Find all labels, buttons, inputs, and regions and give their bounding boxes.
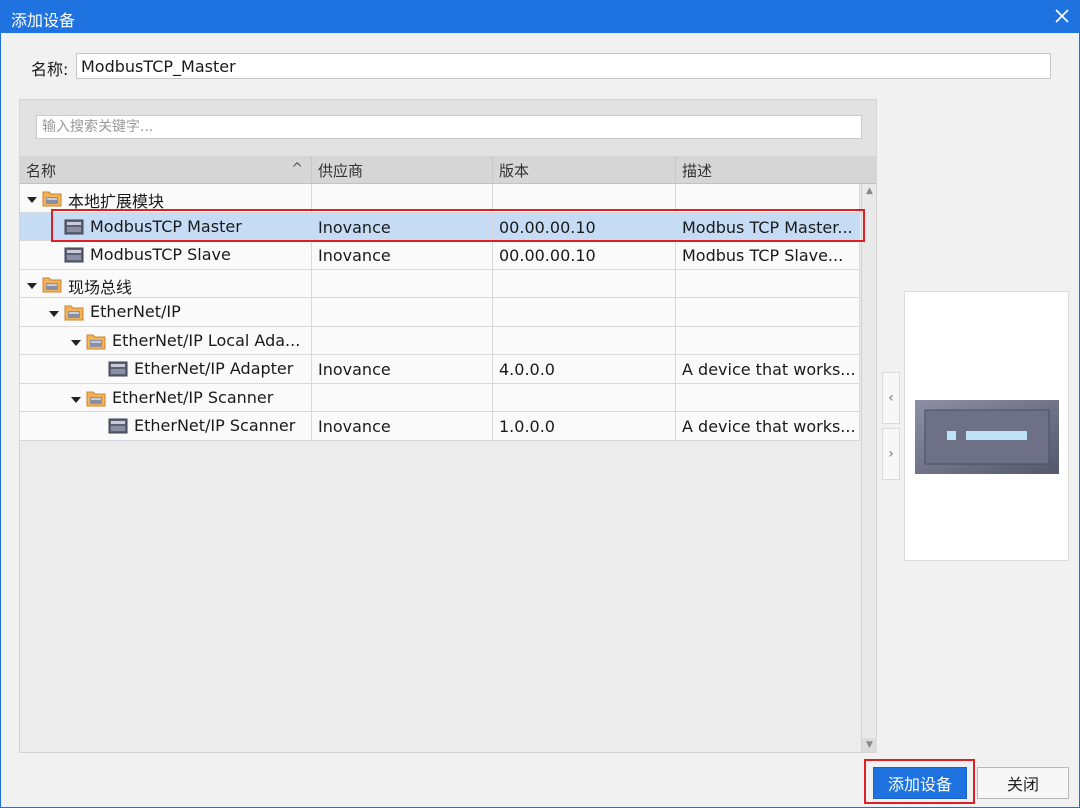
cell-description: Modbus TCP Master... bbox=[676, 212, 860, 241]
cell-version bbox=[493, 184, 676, 212]
cell-vendor: Inovance bbox=[312, 412, 493, 440]
column-header-label: 供应商 bbox=[318, 162, 364, 180]
preview-next-button[interactable]: › bbox=[882, 428, 900, 480]
tree-folder-row[interactable]: EtherNet/IP Scanner bbox=[20, 383, 860, 412]
tree-folder-row[interactable]: 本地扩展模块 bbox=[20, 184, 860, 213]
cell-version: 1.0.0.0 bbox=[493, 412, 676, 440]
tree-folder-row[interactable]: EtherNet/IP bbox=[20, 298, 860, 327]
folder-icon bbox=[42, 189, 62, 207]
item-name: EtherNet/IP Local Ada... bbox=[112, 330, 301, 350]
cell-version: 00.00.00.10 bbox=[493, 241, 676, 269]
cell-name: EtherNet/IP Scanner bbox=[20, 412, 312, 440]
preview-prev-button[interactable]: ‹ bbox=[882, 372, 900, 424]
item-name: 现场总线 bbox=[68, 277, 133, 297]
device-catalog-panel: 名称 ^ 供应商 版本 描述 本地扩展模块 ModbusTCP Master Ino… bbox=[19, 99, 877, 753]
scroll-up-icon[interactable]: ▲ bbox=[862, 184, 877, 198]
add-device-dialog: 添加设备 名称: 名称 ^ 供应商 版本 描述 bbox=[0, 0, 1080, 808]
grid-header: 名称 ^ 供应商 版本 描述 bbox=[20, 156, 876, 184]
cell-name: 现场总线 bbox=[20, 269, 312, 298]
tree-device-row[interactable]: EtherNet/IP Adapter Inovance 4.0.0.0 A devi… bbox=[20, 355, 860, 384]
expand-chevron-icon[interactable] bbox=[70, 391, 82, 403]
cell-vendor: Inovance bbox=[312, 355, 493, 383]
cell-name: ModbusTCP Master bbox=[20, 212, 312, 241]
cell-description bbox=[676, 298, 860, 326]
cell-vendor bbox=[312, 298, 493, 326]
column-header-label: 描述 bbox=[682, 162, 713, 180]
cell-version bbox=[493, 383, 676, 412]
cell-name: EtherNet/IP Adapter bbox=[20, 355, 312, 383]
item-name: EtherNet/IP Scanner bbox=[134, 416, 296, 435]
column-header-description[interactable]: 描述 bbox=[676, 156, 876, 184]
tree-folder-row[interactable]: 现场总线 bbox=[20, 269, 860, 298]
cell-version bbox=[493, 298, 676, 326]
expand-chevron-icon[interactable] bbox=[26, 191, 38, 203]
name-label: 名称: bbox=[31, 60, 69, 79]
name-input[interactable] bbox=[76, 53, 1051, 79]
cell-vendor: Inovance bbox=[312, 241, 493, 269]
folder-icon bbox=[42, 275, 62, 293]
close-icon[interactable] bbox=[1051, 5, 1073, 27]
tree-device-row[interactable]: EtherNet/IP Scanner Inovance 1.0.0.0 A devi… bbox=[20, 412, 860, 441]
cell-vendor bbox=[312, 383, 493, 412]
cell-name: EtherNet/IP bbox=[20, 298, 312, 326]
cell-vendor bbox=[312, 326, 493, 355]
cell-name: EtherNet/IP Scanner bbox=[20, 383, 312, 412]
tree-folder-row[interactable]: EtherNet/IP Local Ada... bbox=[20, 326, 860, 355]
device-icon bbox=[108, 360, 128, 378]
cell-version bbox=[493, 326, 676, 355]
column-header-label: 版本 bbox=[499, 162, 530, 180]
device-icon bbox=[64, 246, 84, 264]
cell-description: Modbus TCP Slave... bbox=[676, 241, 860, 269]
cell-description bbox=[676, 326, 860, 355]
item-name: ModbusTCP Slave bbox=[90, 245, 231, 264]
close-button[interactable]: 关闭 bbox=[977, 767, 1069, 799]
device-icon bbox=[108, 417, 128, 435]
item-name: EtherNet/IP Adapter bbox=[134, 359, 294, 378]
folder-icon bbox=[86, 332, 106, 350]
device-preview bbox=[904, 291, 1069, 561]
expand-chevron-icon[interactable] bbox=[48, 305, 60, 317]
cell-name: ModbusTCP Slave bbox=[20, 241, 312, 269]
cell-version bbox=[493, 269, 676, 298]
cell-vendor bbox=[312, 184, 493, 212]
dialog-title: 添加设备 bbox=[11, 11, 76, 30]
cell-description bbox=[676, 269, 860, 298]
column-header-name[interactable]: 名称 ^ bbox=[20, 156, 312, 184]
item-name: ModbusTCP Master bbox=[90, 216, 242, 236]
folder-icon bbox=[86, 389, 106, 407]
item-name: 本地扩展模块 bbox=[68, 192, 165, 211]
column-header-vendor[interactable]: 供应商 bbox=[312, 156, 493, 184]
column-header-label: 名称 bbox=[26, 162, 57, 180]
tree-device-row[interactable]: ModbusTCP Master Inovance 00.00.00.10 Modbu… bbox=[20, 212, 860, 241]
folder-icon bbox=[64, 303, 84, 321]
search-input[interactable] bbox=[36, 115, 862, 139]
sort-ascending-icon: ^ bbox=[291, 161, 303, 177]
cell-name: EtherNet/IP Local Ada... bbox=[20, 326, 312, 355]
expand-chevron-icon[interactable] bbox=[70, 334, 82, 346]
vertical-scrollbar[interactable]: ▲ ▼ bbox=[861, 184, 877, 752]
cell-version: 4.0.0.0 bbox=[493, 355, 676, 383]
item-name: EtherNet/IP bbox=[90, 302, 181, 321]
cell-description bbox=[676, 383, 860, 412]
cell-description bbox=[676, 184, 860, 212]
device-module-icon bbox=[915, 400, 1059, 474]
cell-description: A device that works... bbox=[676, 355, 860, 383]
title-bar: 添加设备 bbox=[1, 1, 1079, 33]
scroll-down-icon[interactable]: ▼ bbox=[862, 738, 877, 752]
column-header-version[interactable]: 版本 bbox=[493, 156, 676, 184]
expand-chevron-icon[interactable] bbox=[26, 277, 38, 289]
item-name: EtherNet/IP Scanner bbox=[112, 387, 274, 407]
add-device-button[interactable]: 添加设备 bbox=[873, 767, 967, 799]
device-icon bbox=[64, 218, 84, 236]
cell-version: 00.00.00.10 bbox=[493, 212, 676, 241]
cell-description: A device that works... bbox=[676, 412, 860, 440]
cell-name: 本地扩展模块 bbox=[20, 184, 312, 212]
cell-vendor bbox=[312, 269, 493, 298]
device-grid: 名称 ^ 供应商 版本 描述 本地扩展模块 ModbusTCP Master Ino… bbox=[20, 156, 877, 752]
cell-vendor: Inovance bbox=[312, 212, 493, 241]
tree-device-row[interactable]: ModbusTCP Slave Inovance 00.00.00.10 Modbus… bbox=[20, 241, 860, 270]
